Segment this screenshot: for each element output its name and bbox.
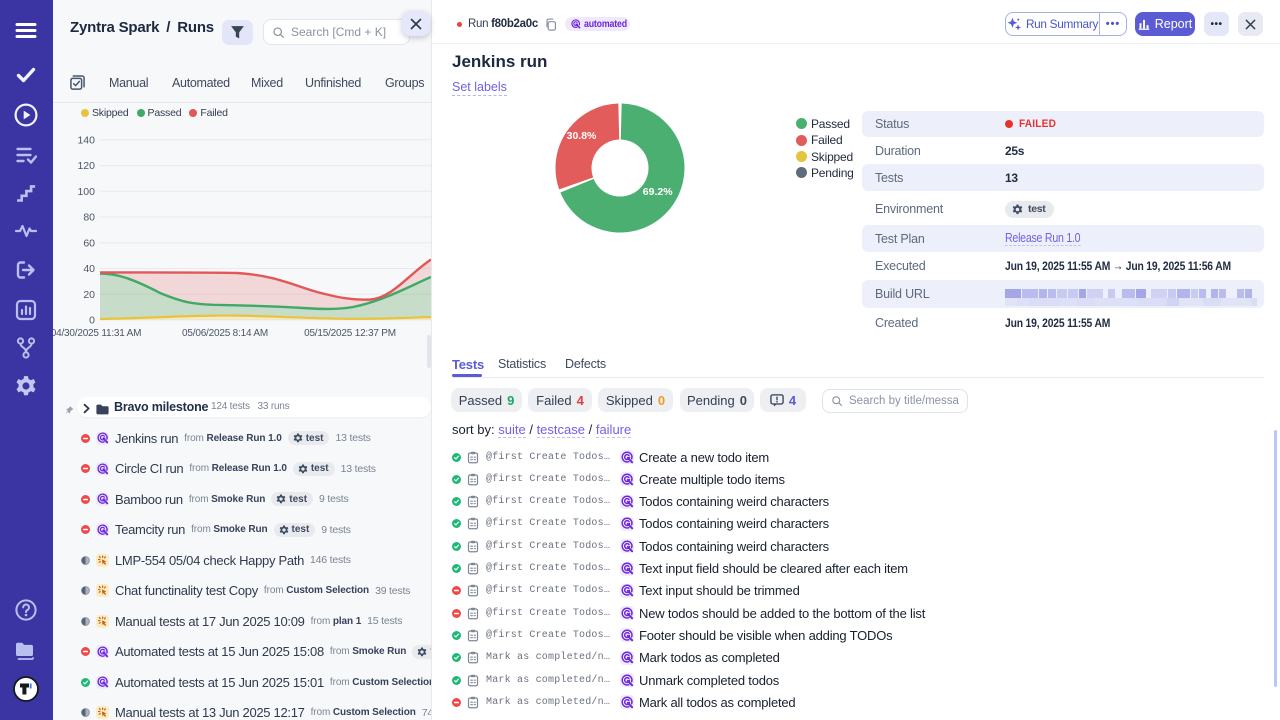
svg-text:30.8%: 30.8% [567, 130, 597, 142]
svg-text:05/06/2025 8:14 AM: 05/06/2025 8:14 AM [182, 328, 268, 339]
svg-text:80: 80 [83, 212, 95, 224]
svg-text:100: 100 [77, 186, 95, 198]
svg-text:60: 60 [83, 237, 95, 249]
svg-text:40: 40 [83, 263, 95, 275]
svg-text:20: 20 [83, 289, 95, 301]
svg-text:05/15/2025 12:37 PM: 05/15/2025 12:37 PM [304, 328, 396, 339]
svg-text:0: 0 [89, 315, 95, 327]
svg-text:69.2%: 69.2% [643, 186, 673, 198]
svg-text:120: 120 [77, 160, 95, 172]
svg-text:04/30/2025 11:31 AM: 04/30/2025 11:31 AM [53, 328, 141, 339]
svg-text:140: 140 [77, 134, 95, 146]
